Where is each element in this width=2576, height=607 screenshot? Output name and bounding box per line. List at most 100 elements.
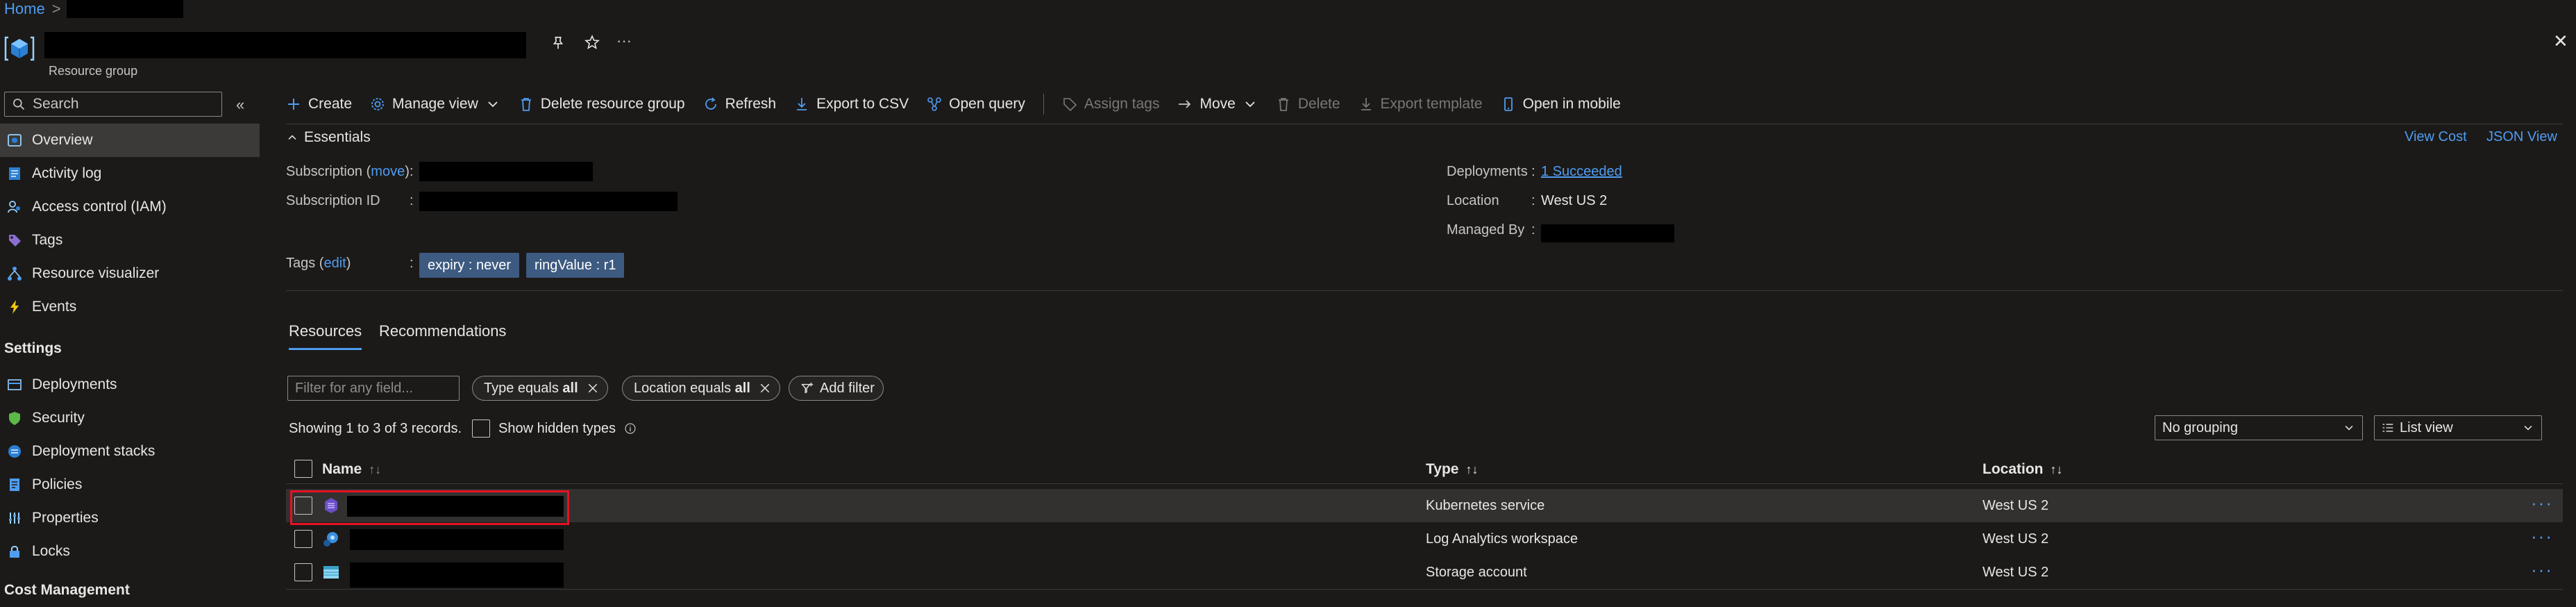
move-button[interactable]: Move — [1177, 96, 1257, 113]
row-location: West US 2 — [1982, 531, 2049, 547]
chevron-down-icon — [488, 101, 498, 108]
view-cost-link[interactable]: View Cost — [2405, 129, 2467, 145]
essentials-toggle[interactable]: Essentials — [286, 129, 371, 146]
add-filter-button[interactable]: Add filter — [789, 376, 884, 401]
tab-resources[interactable]: Resources — [289, 322, 362, 350]
open-mobile-label: Open in mobile — [1522, 96, 1621, 112]
location-filter-text: Location equals all — [634, 381, 750, 397]
sidebar-item-deployments[interactable]: Deployments — [0, 368, 260, 401]
sidebar-item-label: Overview — [32, 132, 93, 148]
tag-ring-value[interactable]: ringValue : r1 — [526, 253, 625, 278]
close-icon[interactable]: ✕ — [2553, 31, 2568, 52]
sidebar-item-iam[interactable]: Access control (IAM) — [0, 190, 260, 224]
open-query-button[interactable]: Open query — [927, 96, 1025, 113]
view-value-wrap: List view — [2382, 420, 2453, 436]
export-csv-button[interactable]: Export to CSV — [794, 96, 909, 113]
info-icon[interactable] — [624, 422, 637, 435]
filter-input[interactable]: Filter for any field... — [287, 376, 460, 401]
open-mobile-button[interactable]: Open in mobile — [1501, 96, 1621, 113]
assign-tags-button[interactable]: Assign tags — [1062, 96, 1159, 113]
cost-management-section-title: Cost Management — [4, 582, 130, 598]
deployments-link[interactable]: 1 Succeeded — [1541, 164, 1622, 180]
policies-icon — [7, 477, 22, 492]
sidebar-item-events[interactable]: Events — [0, 290, 260, 324]
table-header-divider — [286, 483, 2563, 484]
table-row[interactable]: Kubernetes service West US 2 ··· — [286, 489, 2563, 522]
tag-icon — [1063, 98, 1077, 112]
create-button[interactable]: Create — [286, 96, 352, 113]
row-checkbox[interactable] — [294, 563, 312, 581]
collapse-sidebar-icon[interactable]: « — [236, 96, 253, 113]
sidebar-item-policies[interactable]: Policies — [0, 468, 260, 501]
subscription-id-colon: : — [410, 193, 414, 208]
delete-button[interactable]: Delete — [1276, 96, 1340, 113]
row-location: West US 2 — [1982, 497, 2049, 513]
show-hidden-checkbox-box[interactable] — [472, 419, 490, 438]
manage-view-button[interactable]: Manage view — [370, 96, 500, 113]
tag-expiry[interactable]: expiry : never — [419, 253, 520, 278]
sidebar-search-input[interactable]: Search — [4, 92, 222, 117]
sidebar-item-properties[interactable]: Properties — [0, 501, 260, 535]
close-icon[interactable] — [759, 382, 771, 394]
sidebar-item-tags[interactable]: Tags — [0, 224, 260, 257]
select-all-checkbox[interactable] — [294, 460, 312, 478]
row-more-options-icon[interactable]: ··· — [2531, 560, 2553, 579]
subscription-label: Subscription (move) — [286, 164, 410, 179]
sidebar-item-overview[interactable]: Overview — [0, 124, 260, 157]
favorite-star-icon[interactable] — [583, 33, 601, 51]
type-column-header[interactable]: Type ↑↓ — [1426, 461, 1478, 478]
chevron-down-icon — [2524, 426, 2532, 431]
location-column-header[interactable]: Location ↑↓ — [1982, 461, 2063, 478]
activity-log-icon — [7, 166, 22, 181]
download-icon — [797, 98, 807, 110]
name-column-header[interactable]: Name ↑↓ — [322, 461, 381, 478]
sidebar-item-resource-visualizer[interactable]: Resource visualizer — [0, 257, 260, 290]
type-filter-pill[interactable]: Type equals all — [472, 376, 608, 401]
redacted-subscription-id — [419, 192, 677, 211]
sort-icon: ↑↓ — [1465, 462, 1479, 476]
json-view-link[interactable]: JSON View — [2486, 129, 2557, 145]
sidebar-item-label: Properties — [32, 510, 99, 526]
close-icon[interactable] — [587, 382, 599, 394]
breadcrumb-home[interactable]: Home — [4, 0, 45, 18]
sort-icon: ↑↓ — [2050, 462, 2063, 476]
view-dropdown[interactable]: List view — [2374, 415, 2542, 440]
refresh-button[interactable]: Refresh — [703, 96, 776, 113]
pin-icon[interactable] — [550, 35, 566, 51]
row-more-options-icon[interactable]: ··· — [2531, 494, 2553, 512]
delete-resource-group-button[interactable]: Delete resource group — [519, 96, 685, 113]
export-template-button[interactable]: Export template — [1358, 96, 1483, 113]
log-analytics-icon — [322, 522, 340, 556]
row-checkbox[interactable] — [294, 530, 312, 548]
show-hidden-types-checkbox[interactable]: Show hidden types — [472, 419, 637, 438]
table-row[interactable]: Log Analytics workspace West US 2 ··· — [286, 522, 2563, 556]
sidebar-item-activity-log[interactable]: Activity log — [0, 157, 260, 190]
location-filter-pill[interactable]: Location equals all — [622, 376, 780, 401]
grouping-dropdown[interactable]: No grouping — [2155, 415, 2363, 440]
iam-icon — [7, 199, 22, 215]
tab-recommendations[interactable]: Recommendations — [379, 322, 506, 340]
table-row[interactable]: Storage account West US 2 ··· — [286, 556, 2563, 589]
sidebar-item-locks[interactable]: Locks — [0, 535, 260, 568]
lock-icon — [7, 544, 22, 559]
sidebar-item-deployment-stacks[interactable]: Deployment stacks — [0, 435, 260, 468]
location-filter-value: all — [734, 380, 750, 396]
location-header-label: Location — [1982, 461, 2044, 477]
toolbar-divider — [1043, 94, 1044, 115]
edit-tags-link[interactable]: edit — [323, 256, 346, 271]
delete-resource-group-label: Delete resource group — [540, 96, 685, 112]
tags-colon: : — [410, 256, 414, 271]
lightning-icon — [7, 299, 22, 315]
sidebar-item-label: Deployments — [32, 376, 117, 392]
add-filter-icon — [801, 382, 814, 394]
table-bottom-divider — [286, 589, 2563, 590]
more-options-icon[interactable]: ··· — [616, 32, 632, 50]
type-filter-value: all — [562, 380, 578, 396]
sidebar: Search « Overview Activity log Access co… — [0, 89, 260, 607]
open-query-label: Open query — [949, 96, 1025, 112]
shield-icon — [7, 410, 22, 426]
move-link[interactable]: move — [371, 164, 405, 179]
refresh-icon — [705, 97, 716, 110]
row-more-options-icon[interactable]: ··· — [2531, 527, 2553, 545]
sidebar-item-security[interactable]: Security — [0, 401, 260, 435]
